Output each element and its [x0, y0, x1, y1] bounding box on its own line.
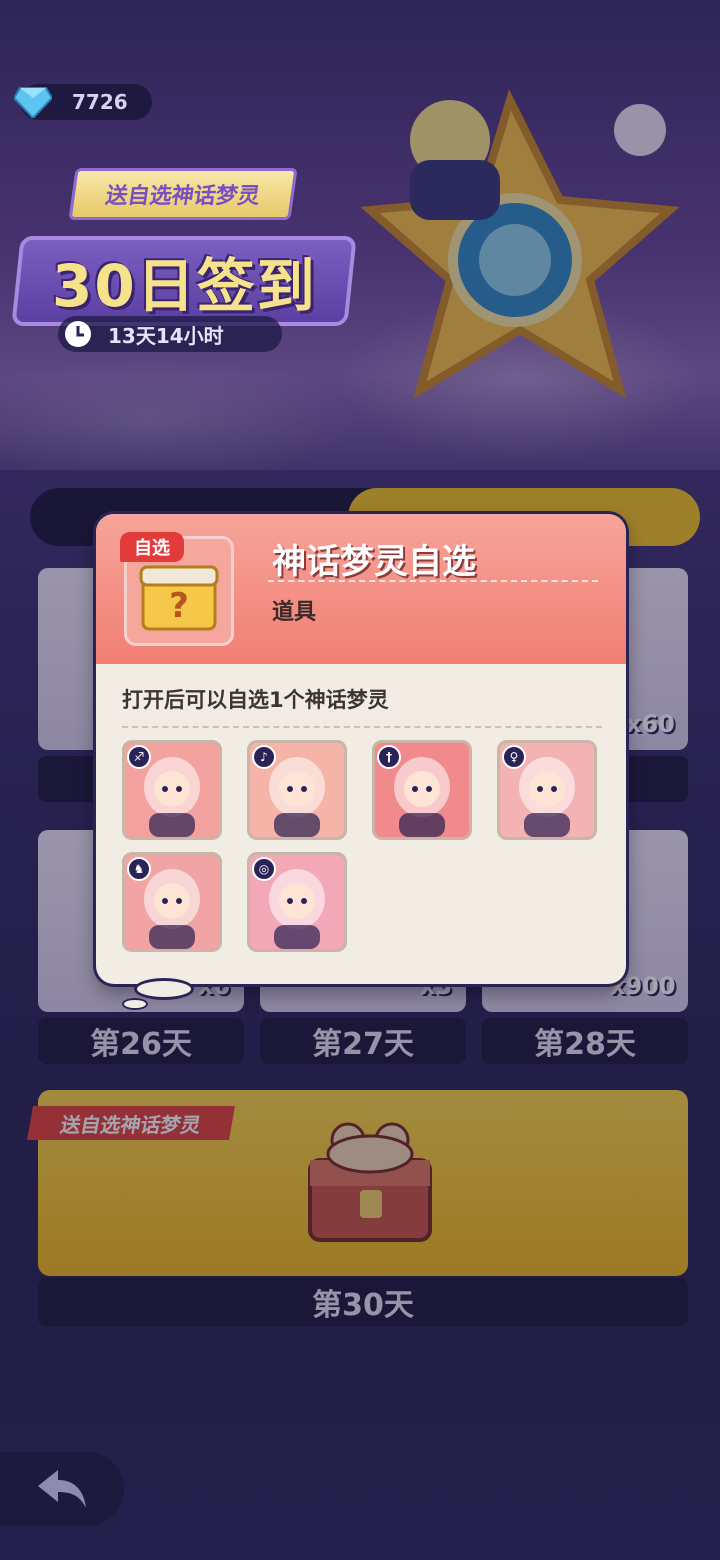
final-promo-tag: 送自选神话梦灵	[27, 1106, 235, 1140]
item-type: 道具	[272, 600, 317, 625]
treasure-chest-icon	[308, 1122, 432, 1242]
svg-text:?: ?	[169, 586, 189, 626]
item-name: 神话梦灵自选	[272, 542, 476, 582]
self-select-tag: 自选	[120, 532, 184, 562]
character-card[interactable]: ♪	[247, 740, 347, 840]
self-select-tag-label: 自选	[134, 538, 170, 559]
final-promo-tag-label: 送自选神话梦灵	[58, 1112, 203, 1137]
event-title: 30日签到	[51, 252, 317, 320]
star-character-art	[360, 89, 680, 399]
back-arrow-icon	[38, 1470, 86, 1508]
clock-icon	[65, 321, 91, 347]
final-day-label: 第30天	[38, 1278, 688, 1326]
day-label: 第27天	[260, 1018, 466, 1064]
back-button[interactable]	[0, 1452, 124, 1526]
item-detail-popup: ? 自选 神话梦灵自选 道具 打开后可以自选1个神话梦灵 ♐ ♪ † ♀ ♞ ◎	[96, 514, 626, 984]
character-card[interactable]: ◎	[247, 852, 347, 952]
timer-text: 13天14小时	[108, 323, 224, 348]
character-card[interactable]: ♐	[122, 740, 222, 840]
description-divider	[122, 726, 602, 728]
event-title-box: 30日签到	[11, 236, 357, 326]
day-label: 第26天	[38, 1018, 244, 1064]
element-badge-icon: †	[377, 745, 401, 769]
diamond-icon	[14, 87, 52, 118]
header-divider	[268, 580, 598, 582]
element-badge-icon: ♀	[502, 745, 526, 769]
promo-tag: 送自选神话梦灵	[68, 168, 298, 220]
element-badge-icon: ◎	[252, 857, 276, 881]
character-card[interactable]: †	[372, 740, 472, 840]
element-badge-icon: ♪	[252, 745, 276, 769]
promo-tag-label: 送自选神话梦灵	[103, 184, 262, 209]
day-label: 第28天	[482, 1018, 688, 1064]
character-card[interactable]: ♞	[122, 852, 222, 952]
thought-bubble-small	[122, 998, 148, 1010]
element-badge-icon: ♐	[127, 745, 151, 769]
element-badge-icon: ♞	[127, 857, 151, 881]
gem-count: 7726	[72, 90, 128, 114]
item-description: 打开后可以自选1个神话梦灵	[122, 688, 389, 712]
thought-bubble	[134, 978, 194, 1000]
reward-qty: x60	[626, 710, 675, 738]
character-card[interactable]: ♀	[497, 740, 597, 840]
